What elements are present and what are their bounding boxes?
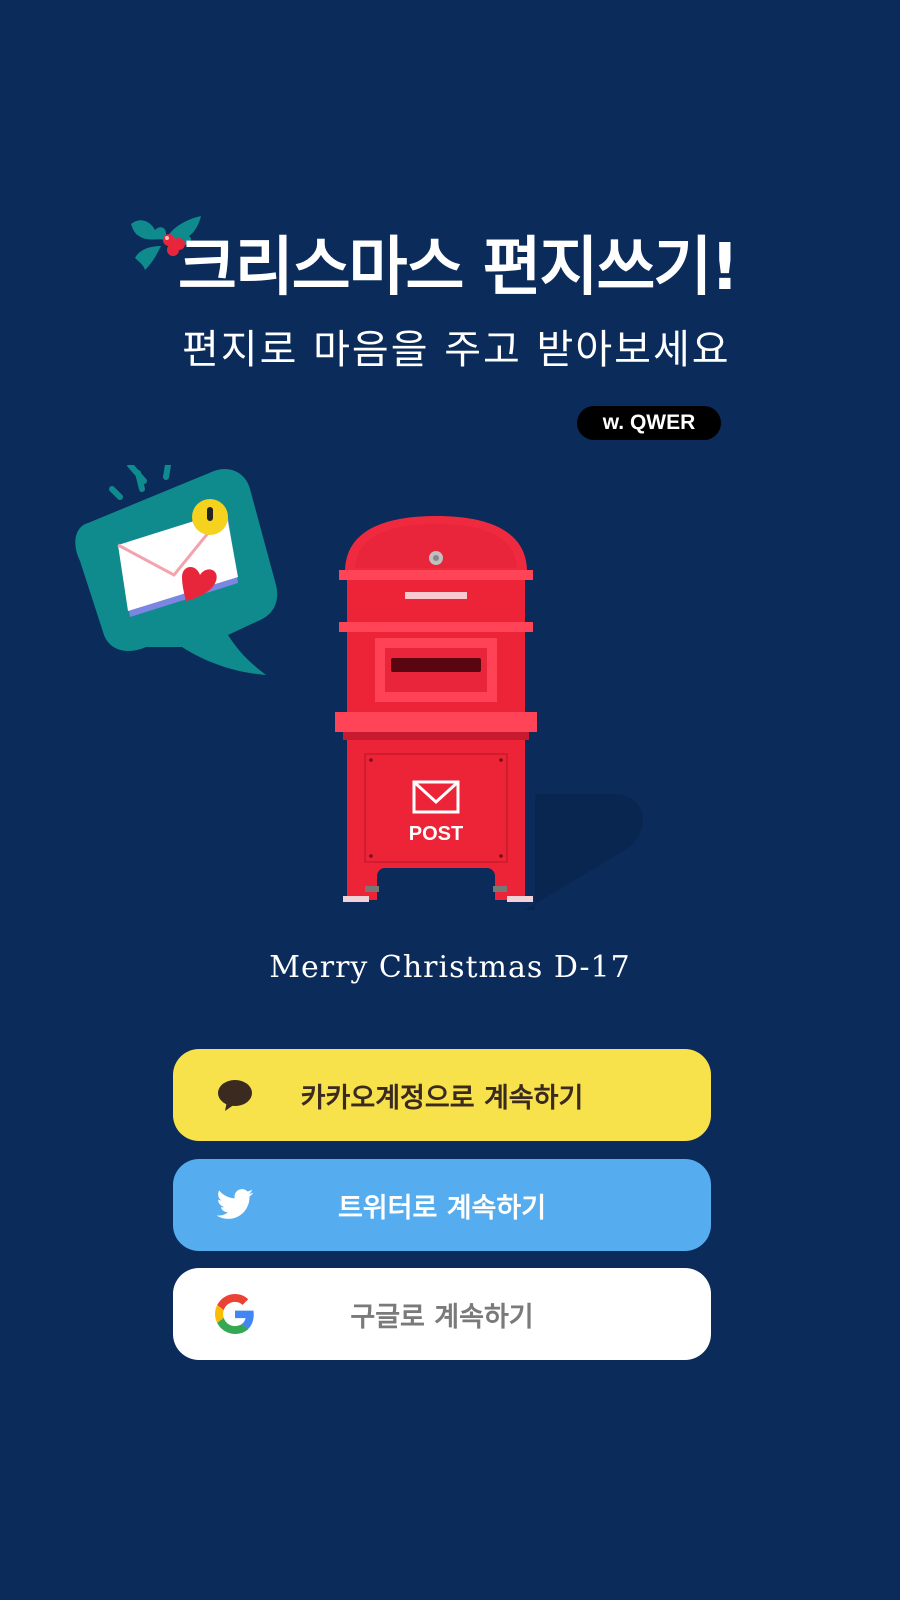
qwer-badge: w. QWER [577,406,721,440]
kakao-talk-icon [218,1080,252,1111]
page-title: 크리스마스 편지쓰기! [178,231,739,305]
twitter-login-label: 트위터로 계속하기 [337,1192,547,1224]
love-letter-icon [75,465,278,675]
dday-countdown: Merry Christmas D-17 [269,950,631,985]
page-subtitle: 편지로 마음을 주고 받아보세요 [182,327,731,373]
google-login-label: 구글로 계속하기 [350,1301,534,1333]
google-icon [215,1294,254,1334]
kakao-login-label: 카카오계정으로 계속하기 [300,1082,584,1114]
twitter-login-button[interactable]: 트위터로 계속하기 [173,1159,711,1251]
kakao-login-button[interactable]: 카카오계정으로 계속하기 [173,1049,711,1141]
mailbox-post-label: POST [409,823,463,845]
mailbox-illustration: POST [335,516,644,910]
google-login-button[interactable]: 구글로 계속하기 [173,1268,711,1360]
twitter-icon [216,1189,254,1219]
